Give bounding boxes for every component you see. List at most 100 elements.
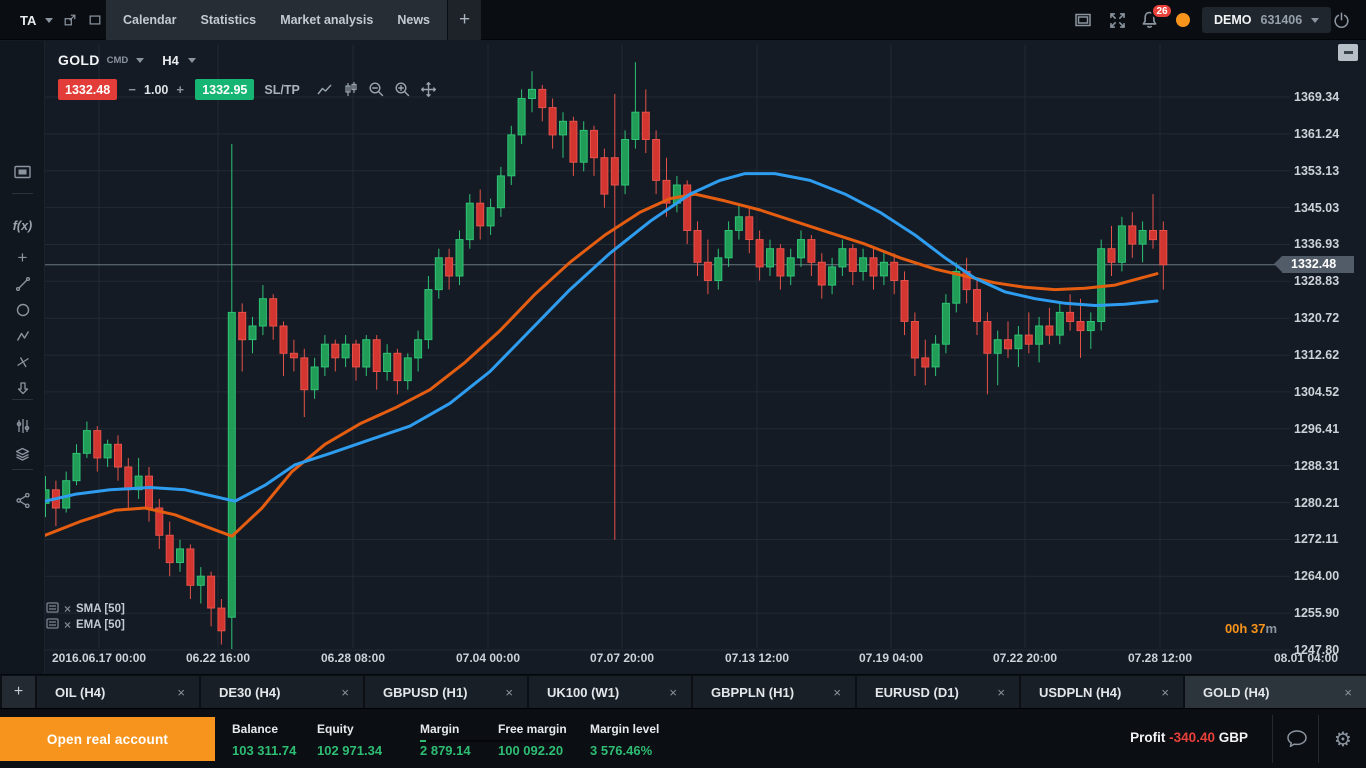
indicator-remove-icon[interactable]: × <box>64 620 71 630</box>
ellipse-tool-icon[interactable] <box>0 297 45 323</box>
instrument-tab-usdpln-h4[interactable]: USDPLN (H4)× <box>1021 676 1183 708</box>
nav-tab-market-analysis[interactable]: Market analysis <box>269 0 384 40</box>
metric-value: 102 971.34 <box>317 743 382 758</box>
time-axis-label: 2016.06.17 00:00 <box>52 651 146 665</box>
metric-equity: Equity102 971.34 <box>317 722 382 758</box>
nav-tab-news[interactable]: News <box>386 0 441 40</box>
price-axis-label: 1369.34 <box>1294 89 1364 105</box>
fullscreen-icon[interactable] <box>1108 0 1127 40</box>
instrument-tab-bar: + OIL (H4)×DE30 (H4)×GBPUSD (H1)×UK100 (… <box>0 674 1366 708</box>
indicators-fx-icon[interactable]: f(x) <box>0 213 45 239</box>
buy-button[interactable]: 1332.95 <box>195 79 254 100</box>
price-axis-label: 1361.24 <box>1294 126 1364 142</box>
time-axis-label: 08.01 04:00 <box>1274 651 1338 665</box>
indicator-settings-icon[interactable] <box>46 616 59 634</box>
add-workspace-tab-button[interactable]: + <box>447 0 481 40</box>
metric-value: 103 311.74 <box>232 743 296 758</box>
candlestick-chart-type-icon[interactable] <box>338 79 364 100</box>
nav-tab-calendar[interactable]: Calendar <box>112 0 188 40</box>
settings-gear-icon[interactable]: ⚙ <box>1326 709 1360 768</box>
legend-row-sma-50: × SMA [50] <box>46 601 125 617</box>
add-instrument-tab-button[interactable]: + <box>2 676 35 708</box>
time-axis-label: 07.04 00:00 <box>456 651 520 665</box>
metric-value: 2 879.14 <box>420 743 471 758</box>
metric-margin-level: Margin level3 576.46% <box>590 722 659 758</box>
chevron-down-icon[interactable] <box>45 18 53 23</box>
symbol-selector[interactable]: GOLD CMD <box>58 52 144 68</box>
volume-stepper: − 1.00 + <box>123 82 189 97</box>
close-tab-icon[interactable]: × <box>997 685 1005 700</box>
power-logout-icon[interactable] <box>1332 0 1351 40</box>
close-tab-icon[interactable]: × <box>669 685 677 700</box>
zigzag-pattern-tool-icon[interactable] <box>0 323 45 349</box>
close-tab-icon[interactable]: × <box>341 685 349 700</box>
down-arrow-tool-icon[interactable] <box>0 375 45 401</box>
timeframe-selector[interactable]: H4 <box>152 53 196 68</box>
maximize-icon[interactable] <box>87 12 103 28</box>
current-price-tag: 1332.48 <box>1282 256 1354 273</box>
countdown-value: 00h 37 <box>1225 621 1265 636</box>
instrument-tab-de30-h4[interactable]: DE30 (H4)× <box>201 676 363 708</box>
candle-pattern-icon[interactable] <box>0 413 45 439</box>
sell-button[interactable]: 1332.48 <box>58 79 117 100</box>
share-icon[interactable] <box>0 487 45 513</box>
workspace-tab[interactable]: TA <box>20 13 36 28</box>
chart-panel-collapse-button[interactable] <box>1338 44 1358 61</box>
instrument-tab-gbpusd-h1[interactable]: GBPUSD (H1)× <box>365 676 527 708</box>
window-layout-icon[interactable] <box>1074 0 1092 40</box>
screenshot-frame-icon[interactable] <box>0 159 45 185</box>
connection-status-dot <box>1176 13 1190 27</box>
instrument-tab-gold-h4[interactable]: GOLD (H4)× <box>1185 676 1366 708</box>
close-tab-icon[interactable]: × <box>1161 685 1169 700</box>
crossed-line-tool-icon[interactable] <box>0 349 45 375</box>
metric-value: 100 092.20 <box>498 743 567 758</box>
line-chart-type-icon[interactable] <box>312 79 338 100</box>
open-real-account-button[interactable]: Open real account <box>0 717 215 761</box>
popout-icon[interactable] <box>62 12 78 28</box>
account-mode-label: DEMO <box>1214 13 1252 27</box>
time-axis-label: 07.07 20:00 <box>590 651 654 665</box>
zoom-out-icon[interactable] <box>364 79 390 100</box>
close-tab-icon[interactable]: × <box>1344 685 1352 700</box>
indicator-label: SMA [50] <box>76 603 125 615</box>
volume-value[interactable]: 1.00 <box>141 83 171 97</box>
close-tab-icon[interactable]: × <box>505 685 513 700</box>
collapse-icon <box>1344 51 1353 54</box>
notification-badge[interactable]: 26 <box>1151 3 1173 19</box>
instrument-tab-eurusd-d1[interactable]: EURUSD (D1)× <box>857 676 1019 708</box>
sltp-button[interactable]: SL/TP <box>264 83 299 97</box>
time-axis-label: 07.22 20:00 <box>993 651 1057 665</box>
indicator-remove-icon[interactable]: × <box>64 604 71 614</box>
price-axis-label: 1304.52 <box>1294 384 1364 400</box>
price-axis-label: 1264.00 <box>1294 568 1364 584</box>
symbol-name: GOLD <box>58 52 100 68</box>
volume-decrease-button[interactable]: − <box>123 82 141 97</box>
price-axis-label: 1272.11 <box>1294 531 1364 547</box>
move-crosshair-icon[interactable] <box>416 79 442 100</box>
layers-icon[interactable] <box>0 441 45 467</box>
toolbar-divider <box>12 399 33 400</box>
close-tab-icon[interactable]: × <box>833 685 841 700</box>
price-axis-label: 1255.90 <box>1294 605 1364 621</box>
status-bar: Open real account Balance103 311.74 Equit… <box>0 708 1366 768</box>
price-axis-label: 1320.72 <box>1294 310 1364 326</box>
zoom-in-icon[interactable] <box>390 79 416 100</box>
chat-icon[interactable] <box>1280 709 1314 768</box>
price-axis-label: 1345.03 <box>1294 200 1364 216</box>
volume-increase-button[interactable]: + <box>171 82 189 97</box>
close-tab-icon[interactable]: × <box>177 685 185 700</box>
metric-balance: Balance103 311.74 <box>232 722 296 758</box>
add-tool-icon[interactable]: + <box>0 245 45 271</box>
instrument-tab-oil-h4[interactable]: OIL (H4)× <box>37 676 199 708</box>
price-axis-label: 1280.21 <box>1294 495 1364 511</box>
trading-platform-window: TA CalendarStatisticsMarket analysisNews… <box>0 0 1366 768</box>
drawing-toolbar: f(x) + <box>0 41 45 674</box>
nav-tab-statistics[interactable]: Statistics <box>190 0 268 40</box>
instrument-tab-uk100-w1[interactable]: UK100 (W1)× <box>529 676 691 708</box>
time-axis-label: 07.13 12:00 <box>725 651 789 665</box>
trend-line-tool-icon[interactable] <box>0 271 45 297</box>
margin-usage-bar <box>420 740 560 742</box>
toolbar-divider <box>12 193 33 194</box>
account-selector[interactable]: DEMO 631406 <box>1202 7 1331 33</box>
instrument-tab-gbppln-h1[interactable]: GBPPLN (H1)× <box>693 676 855 708</box>
